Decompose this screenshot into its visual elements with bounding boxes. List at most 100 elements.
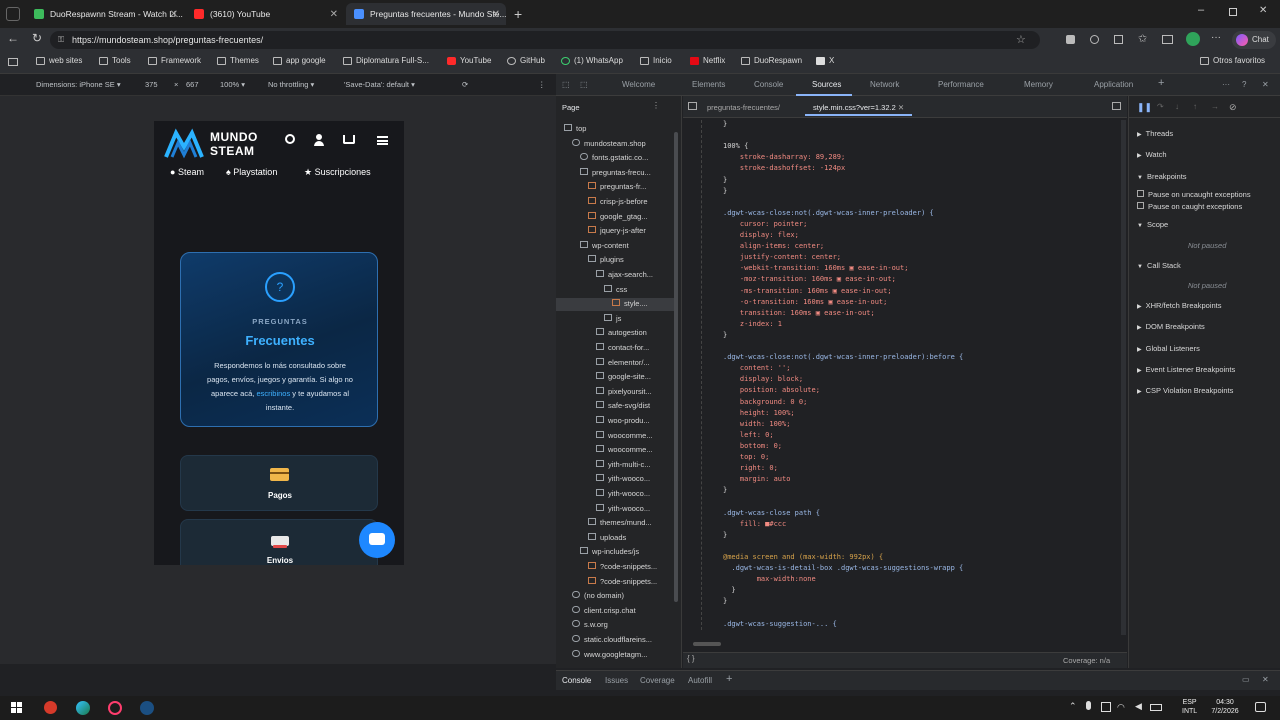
inspect-icon[interactable]: ⬚ <box>580 80 588 89</box>
drawer-tab-console[interactable]: Console <box>562 676 591 685</box>
debugger-section[interactable]: ▶ Global Listeners <box>1137 344 1200 353</box>
tree-item[interactable]: wp-includes/js <box>580 547 639 556</box>
code-line[interactable]: .dgwt-wcas-suggestion-... { <box>723 620 837 628</box>
tree-item[interactable]: static.cloudflareins... <box>572 635 652 644</box>
notifications-icon[interactable] <box>1255 702 1266 712</box>
tile-envios[interactable]: Envios <box>180 519 378 565</box>
extension-icon[interactable] <box>1090 35 1099 44</box>
code-line[interactable]: } <box>723 597 727 605</box>
debugger-section[interactable]: ▶ Event Listener Breakpoints <box>1137 365 1235 374</box>
tree-item[interactable]: style.... <box>612 299 648 308</box>
step-over-icon[interactable]: ↷ <box>1157 102 1164 111</box>
bookmark-github[interactable]: GitHub <box>507 56 545 65</box>
bookmark-youtube[interactable]: YouTube <box>447 56 491 65</box>
tree-item[interactable]: contact-for... <box>596 343 649 352</box>
edge-icon[interactable] <box>76 701 90 715</box>
more-tools-icon[interactable]: ··· <box>1222 80 1230 89</box>
tree-item[interactable]: jquery-js-after <box>588 226 646 235</box>
tree-item[interactable]: js <box>604 313 621 323</box>
bookmark-netflix[interactable]: Netflix <box>690 56 725 65</box>
sidebar-toggle-icon[interactable] <box>8 58 18 66</box>
tab-sources[interactable]: Sources <box>812 80 841 89</box>
code-line[interactable]: margin: auto <box>723 475 791 483</box>
tab-application[interactable]: Application <box>1094 80 1133 89</box>
tree-item[interactable]: client.crisp.chat <box>572 605 636 615</box>
code-line[interactable]: bottom: 0; <box>723 442 782 450</box>
code-line[interactable]: -ms-transition: 160ms ▣ ease-in-out; <box>723 287 892 295</box>
drawer-tab-autofill[interactable]: Autofill <box>688 676 712 685</box>
step-out-icon[interactable]: ↑ <box>1193 102 1197 111</box>
code-line[interactable]: } <box>723 586 735 594</box>
back-icon[interactable]: ← <box>7 31 19 45</box>
bookmark-tools[interactable]: Tools <box>99 56 131 65</box>
more-menu-icon[interactable]: ··· <box>1211 32 1221 43</box>
debugger-section[interactable]: ▼ Breakpoints <box>1137 172 1187 181</box>
page-tab[interactable]: Page <box>562 103 580 112</box>
code-line[interactable]: align-items: center; <box>723 242 824 250</box>
code-line[interactable]: display: flex; <box>723 231 799 239</box>
throttling-select[interactable]: No throttling ▾ <box>268 80 314 89</box>
code-line[interactable]: .dgwt-wcas-is-detail-box .dgwt-wcas-sugg… <box>723 564 963 572</box>
code-line[interactable]: -moz-transition: 160ms ▣ ease-in-out; <box>723 275 896 283</box>
tree-item[interactable]: autogestion <box>596 328 647 337</box>
favorites-icon[interactable]: ✩ <box>1138 32 1147 45</box>
tree-item[interactable]: mundosteam.shop <box>572 138 646 148</box>
code-line[interactable]: top: 0; <box>723 453 770 461</box>
tree-item[interactable]: ?code-snippets... <box>588 562 657 571</box>
code-line[interactable]: -webkit-transition: 160ms ▣ ease-in-out; <box>723 264 909 272</box>
tree-item[interactable]: wp-content <box>580 240 629 250</box>
debugger-section[interactable]: ▶ Threads <box>1137 129 1173 138</box>
help-icon[interactable]: ? <box>1242 80 1246 89</box>
file-tab-style[interactable]: style.min.css?ver=1.32.2 ✕ <box>805 98 913 116</box>
wifi-icon[interactable]: ◠ <box>1117 702 1125 713</box>
file-tab-preguntas[interactable]: preguntas-frecuentes/ <box>707 103 780 112</box>
tree-item[interactable]: yith-multi-c... <box>596 459 651 469</box>
bookmark-duorespawn[interactable]: DuoRespawn <box>741 56 802 65</box>
horizontal-scrollbar-thumb[interactable] <box>693 642 721 646</box>
close-icon[interactable]: ✕ <box>170 9 178 20</box>
nav-steam[interactable]: ● Steam <box>170 167 204 177</box>
pause-option[interactable]: Pause on uncaught exceptions <box>1137 190 1251 199</box>
debugger-section[interactable]: ▶ XHR/fetch Breakpoints <box>1137 301 1222 310</box>
language-indicator[interactable]: ESP INTL <box>1182 698 1197 716</box>
code-line[interactable]: transition: 160ms ▣ ease-in-out; <box>723 309 875 317</box>
code-line[interactable]: } <box>723 531 727 539</box>
save-data-select[interactable]: 'Save-Data': default ▾ <box>344 80 415 89</box>
tab-actions-icon[interactable] <box>6 7 20 21</box>
toggle-navigator-icon[interactable] <box>688 102 697 110</box>
tree-item[interactable]: yith-wooco... <box>596 474 650 483</box>
code-line[interactable]: justify-content: center; <box>723 253 841 261</box>
code-line[interactable]: width: 100%; <box>723 420 791 428</box>
code-line[interactable]: .dgwt-wcas-close:not(.dgwt-wcas-inner-pr… <box>723 353 963 361</box>
tray-app-icon[interactable] <box>1101 702 1111 712</box>
cart-icon[interactable] <box>343 135 355 144</box>
pause-option[interactable]: Pause on caught exceptions <box>1137 202 1242 211</box>
tree-item[interactable]: woocomme... <box>596 430 653 440</box>
bookmark-diplomatura[interactable]: Diplomatura Full-S... <box>343 56 429 65</box>
code-line[interactable]: display: block; <box>723 375 803 383</box>
pause-icon[interactable]: ❚❚ <box>1137 102 1152 113</box>
tree-item[interactable]: safe-svg/dist <box>596 401 650 410</box>
clock[interactable]: 04:30 7/2/2026 <box>1205 698 1245 716</box>
restore-icon[interactable] <box>1229 8 1237 16</box>
close-icon[interactable]: ✕ <box>898 103 904 112</box>
tray-chevron-icon[interactable]: ⌃ <box>1069 701 1077 712</box>
search-icon[interactable] <box>285 134 295 144</box>
code-line[interactable]: fill: ■#ccc <box>723 520 786 528</box>
code-line[interactable]: height: 100%; <box>723 409 795 417</box>
debugger-section[interactable]: ▶ CSP Violation Breakpoints <box>1137 386 1233 395</box>
code-line[interactable]: .dgwt-wcas-close:not(.dgwt-wcas-inner-pr… <box>723 209 934 217</box>
add-drawer-tab-icon[interactable]: + <box>726 673 732 685</box>
battery-icon[interactable] <box>1150 704 1162 711</box>
code-line[interactable]: position: absolute; <box>723 386 820 394</box>
more-options-icon[interactable]: ⋮ <box>538 80 546 89</box>
close-icon[interactable]: ✕ <box>492 9 500 20</box>
tree-item[interactable]: (no domain) <box>572 591 624 600</box>
tree-item[interactable]: woocomme... <box>596 445 653 454</box>
tree-item[interactable]: yith-wooco... <box>596 503 650 513</box>
tree-item[interactable]: fonts.gstatic.co... <box>580 153 648 162</box>
tree-item[interactable]: ajax-search... <box>596 270 653 279</box>
nav-suscripciones[interactable]: ★ Suscripciones <box>304 167 371 178</box>
favorite-star-icon[interactable]: ☆ <box>1016 33 1026 46</box>
device-toolbar-icon[interactable]: ⬚ <box>562 80 570 89</box>
